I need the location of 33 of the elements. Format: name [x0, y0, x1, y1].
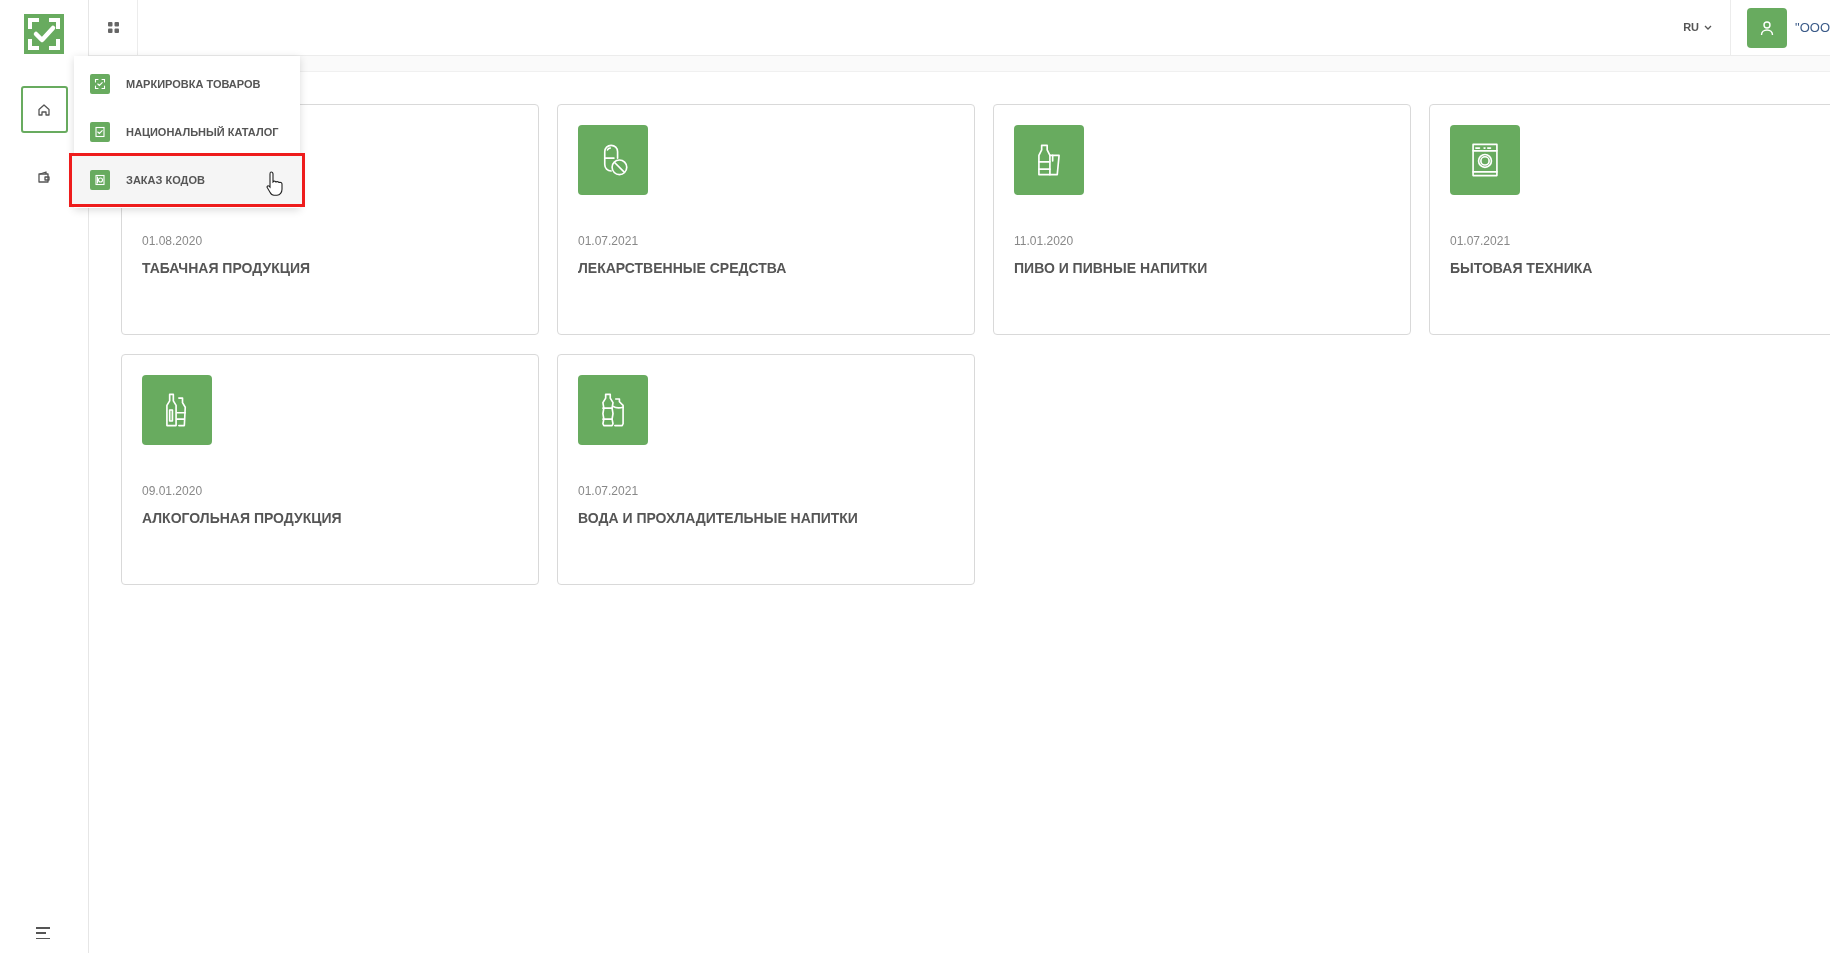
wallet-icon	[37, 169, 51, 184]
start-date: 01.07.2021	[1450, 233, 1512, 250]
category-card[interactable]: 01.07.2021 ЛЕКАРСТВЕННЫЕ СРЕДСТВА	[557, 104, 975, 335]
category-title: ТАБАЧНАЯ ПРОДУКЦИЯ	[142, 259, 312, 278]
start-date: 11.01.2020	[1014, 233, 1075, 250]
category-card[interactable]: 11.01.2020 ПИВО И ПИВНЫЕ НАПИТКИ	[993, 104, 1411, 335]
category-card[interactable]: 09.01.2020 АЛКОГОЛЬНАЯ ПРОДУКЦИЯ	[121, 354, 539, 585]
category-title: ВОДА И ПРОХЛАДИТЕЛЬНЫЕ НАПИТКИ	[578, 509, 859, 528]
user-icon	[1759, 19, 1776, 36]
app-icon	[90, 122, 110, 142]
start-date: 01.08.2020	[142, 233, 204, 250]
chevron-down-icon	[1704, 25, 1713, 30]
logo-icon	[24, 14, 64, 54]
app-icon	[90, 74, 110, 94]
start-date: 01.07.2021	[578, 233, 640, 250]
category-card[interactable]: 01.07.2021 БЫТОВАЯ ТЕХНИКА	[1429, 104, 1830, 335]
user-name: "OOO	[1795, 18, 1830, 37]
menu-icon[interactable]	[36, 927, 52, 939]
avatar-button[interactable]	[1747, 7, 1788, 48]
category-card[interactable]: 01.07.2021 ВОДА И ПРОХЛАДИТЕЛЬНЫЕ НАПИТКИ	[557, 354, 975, 585]
hand-cursor-icon	[266, 170, 284, 196]
sidebar-button[interactable]	[20, 86, 68, 133]
category-title: БЫТОВАЯ ТЕХНИКА	[1450, 259, 1594, 278]
language-selector[interactable]: RU	[1683, 0, 1731, 55]
apps-grid-icon[interactable]	[107, 22, 119, 33]
category-title: ЛЕКАРСТВЕННЫЕ СРЕДСТВА	[578, 259, 788, 278]
app-icon	[90, 170, 110, 190]
start-date: 09.01.2020	[142, 483, 204, 500]
app-menu-item[interactable]: ЗАКАЗ КОДОВ	[72, 156, 302, 204]
home-icon	[37, 102, 51, 117]
category-title: АЛКОГОЛЬНАЯ ПРОДУКЦИЯ	[142, 509, 343, 528]
start-date: 01.07.2021	[578, 483, 640, 500]
category-title: ПИВО И ПИВНЫЕ НАПИТКИ	[1014, 259, 1209, 278]
